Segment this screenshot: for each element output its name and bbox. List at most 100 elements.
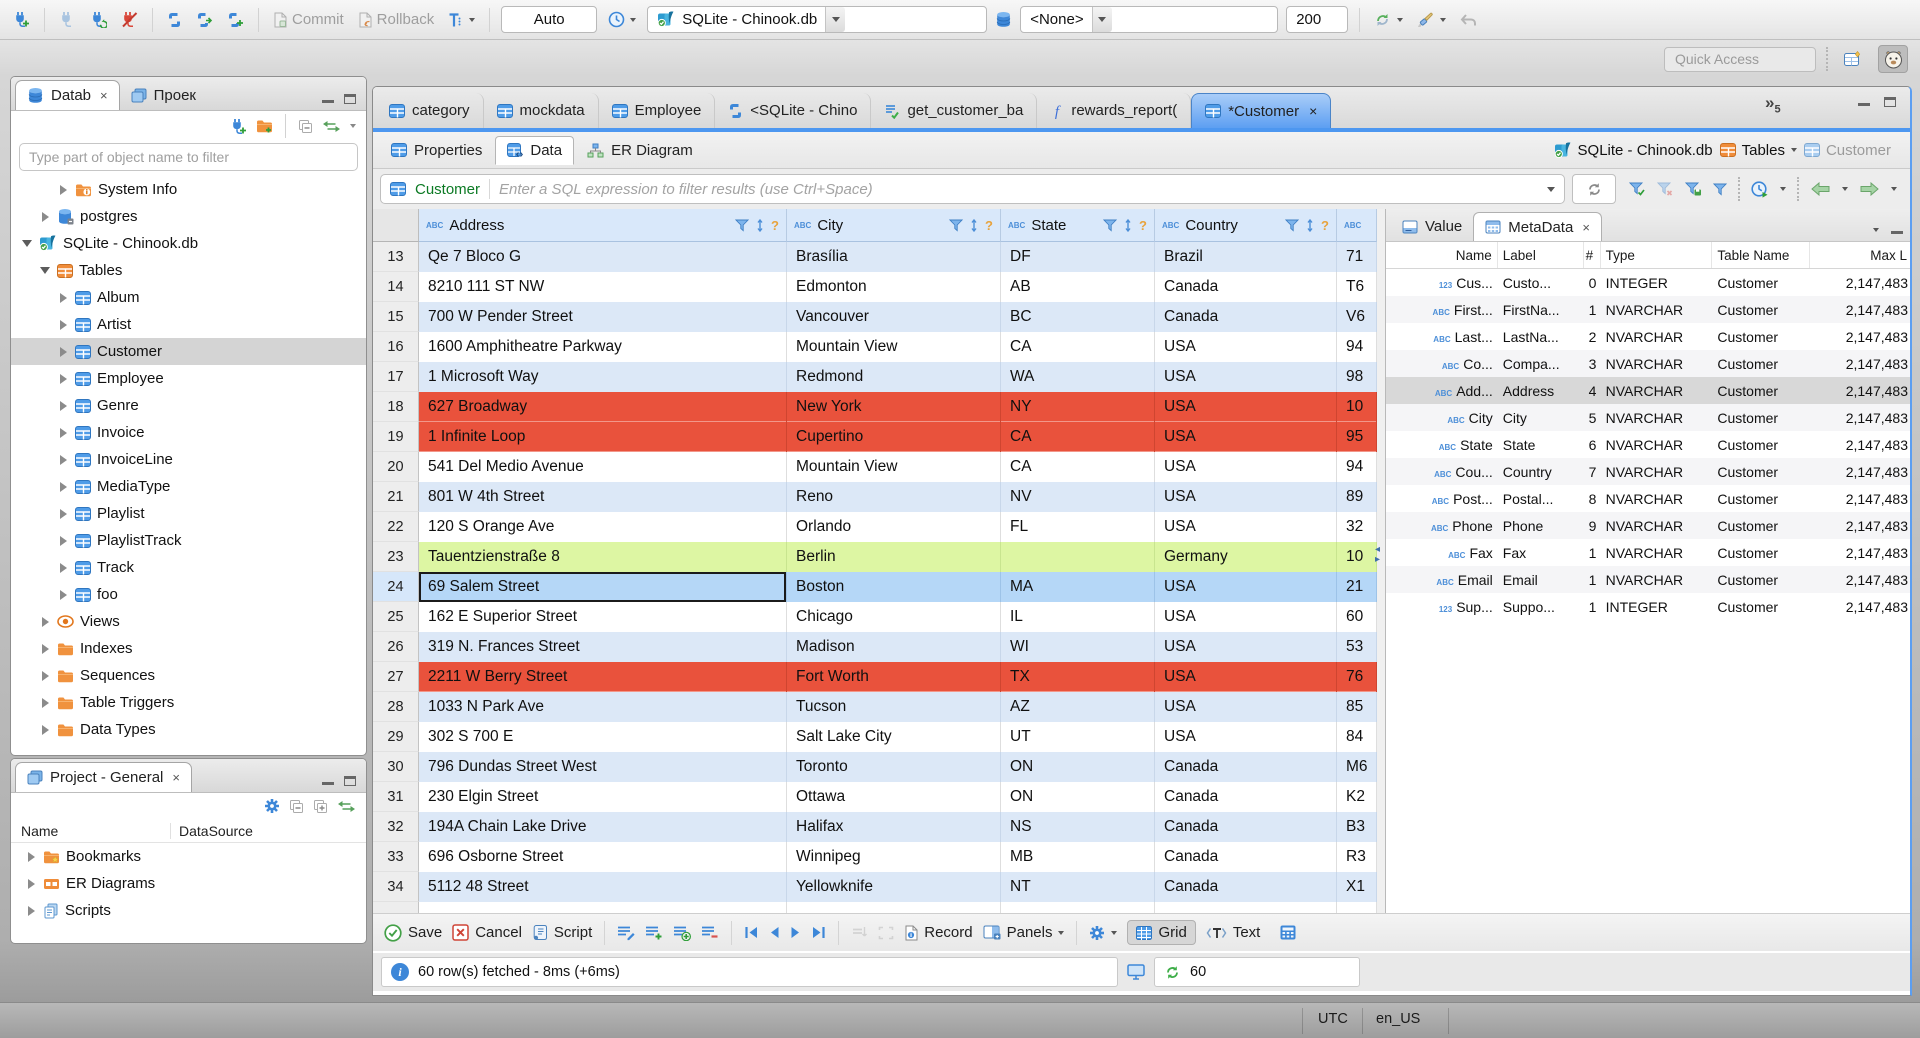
cell-city[interactable]: New York bbox=[787, 392, 1001, 422]
row-number-cell[interactable]: 19 bbox=[373, 422, 419, 452]
metadata-row[interactable]: ABC Post... Postal... 8 NVARCHAR Customer… bbox=[1386, 485, 1910, 512]
tree-item[interactable]: foo bbox=[11, 581, 366, 608]
cell-address[interactable]: 696 Osborne Street bbox=[419, 842, 787, 872]
tree-item[interactable]: Scripts bbox=[11, 897, 366, 924]
editor-tab[interactable]: *Customer × bbox=[1191, 93, 1332, 128]
cell-postalcode[interactable]: 60 bbox=[1337, 602, 1377, 632]
cell-city[interactable]: Chicago bbox=[787, 602, 1001, 632]
disconnect-button[interactable] bbox=[118, 6, 141, 34]
grid-mode-button[interactable]: Grid bbox=[1127, 920, 1196, 945]
tree-item[interactable]: Indexes bbox=[11, 635, 366, 662]
cell-city[interactable]: Toronto bbox=[787, 752, 1001, 782]
row-number-cell[interactable]: 24 bbox=[373, 572, 419, 602]
cell-postalcode[interactable]: 71 bbox=[1337, 242, 1377, 272]
metadata-row[interactable]: ABC First... FirstNa... 1 NVARCHAR Custom… bbox=[1386, 296, 1910, 323]
filter-expression-input[interactable]: Customer Enter a SQL expression to filte… bbox=[380, 174, 1565, 204]
cell-city[interactable]: Tucson bbox=[787, 692, 1001, 722]
save-filter-icon[interactable] bbox=[1685, 182, 1702, 196]
cell-country[interactable]: USA bbox=[1155, 722, 1337, 752]
save-button[interactable]: Save bbox=[384, 923, 442, 942]
cell-country[interactable]: USA bbox=[1155, 692, 1337, 722]
column-header-label[interactable]: Label bbox=[1498, 242, 1584, 268]
navigator-filter-input[interactable]: Type part of object name to filter bbox=[19, 143, 358, 171]
cell-postalcode[interactable]: 85 bbox=[1337, 692, 1377, 722]
cell-city[interactable]: Berlin bbox=[787, 542, 1001, 572]
cell-state[interactable]: WI bbox=[1001, 632, 1155, 662]
cell-postalcode[interactable]: B3 bbox=[1337, 812, 1377, 842]
tab-projects[interactable]: Проек bbox=[120, 80, 207, 110]
tree-item[interactable]: Sequences bbox=[11, 662, 366, 689]
cell-city[interactable]: Boston bbox=[787, 572, 1001, 602]
expand-all-button[interactable] bbox=[313, 799, 328, 814]
cell-state[interactable]: MA bbox=[1001, 572, 1155, 602]
cell-city[interactable]: Orlando bbox=[787, 512, 1001, 542]
cell-city[interactable]: Reno bbox=[787, 482, 1001, 512]
rollback-button[interactable]: Rollback bbox=[355, 6, 438, 34]
breadcrumb-item[interactable]: Tables bbox=[1719, 142, 1797, 159]
cell-country[interactable]: Canada bbox=[1155, 872, 1337, 902]
metadata-row[interactable]: ABC City City 5 NVARCHAR Customer 2,147,4… bbox=[1386, 404, 1910, 431]
column-header-state[interactable]: ABC State ? bbox=[1001, 209, 1155, 242]
tree-item[interactable]: Table Triggers bbox=[11, 689, 366, 716]
cell-city[interactable]: Edmonton bbox=[787, 272, 1001, 302]
metadata-row[interactable]: ABC Email Email 1 NVARCHAR Customer 2,147… bbox=[1386, 566, 1910, 593]
expander-arrow-icon[interactable] bbox=[39, 725, 51, 735]
cell-country[interactable]: USA bbox=[1155, 512, 1337, 542]
expander-arrow-icon[interactable] bbox=[57, 563, 69, 573]
apply-filter-icon[interactable] bbox=[1629, 182, 1646, 196]
row-number-cell[interactable]: 34 bbox=[373, 872, 419, 902]
cell-state[interactable]: ON bbox=[1001, 782, 1155, 812]
cell-address[interactable]: Tauentzienstraße 8 bbox=[419, 542, 787, 572]
cell-postalcode[interactable]: 89 bbox=[1337, 482, 1377, 512]
cell-postalcode[interactable]: 10 bbox=[1337, 392, 1377, 422]
record-mode-button[interactable]: Record bbox=[904, 924, 973, 941]
breadcrumb-item[interactable]: SQLite - Chinook.db bbox=[1554, 142, 1713, 159]
open-perspective-button[interactable] bbox=[1838, 45, 1868, 73]
column-header-maxlength[interactable]: Max L bbox=[1810, 242, 1910, 268]
cell-country[interactable]: USA bbox=[1155, 662, 1337, 692]
cell-state[interactable]: IL bbox=[1001, 602, 1155, 632]
cell-city[interactable]: Salt Lake City bbox=[787, 722, 1001, 752]
row-number-cell[interactable]: 25 bbox=[373, 602, 419, 632]
cell-city[interactable]: Yellowknife bbox=[787, 872, 1001, 902]
cell-country[interactable]: Germany bbox=[1155, 542, 1337, 572]
editor-tab[interactable]: Employee bbox=[599, 93, 716, 128]
cell-state[interactable]: FL bbox=[1001, 512, 1155, 542]
column-header-postalcode[interactable]: ABC bbox=[1337, 209, 1377, 242]
collapse-all-button[interactable] bbox=[298, 119, 313, 134]
sort-icon[interactable] bbox=[969, 218, 979, 232]
tree-item[interactable]: Artist bbox=[11, 311, 366, 338]
cell-country[interactable]: USA bbox=[1155, 632, 1337, 662]
link-with-editor-button[interactable] bbox=[337, 800, 356, 813]
tree-item[interactable]: Track bbox=[11, 554, 366, 581]
cell-state[interactable]: WA bbox=[1001, 362, 1155, 392]
row-number-cell[interactable]: 14 bbox=[373, 272, 419, 302]
new-sql-editor-button[interactable] bbox=[224, 6, 247, 34]
cell-state[interactable] bbox=[1001, 542, 1155, 572]
tab-overflow-button[interactable]: »5 bbox=[1765, 93, 1781, 123]
editor-tab[interactable]: f rewards_report( bbox=[1037, 93, 1192, 128]
expander-arrow-icon[interactable] bbox=[57, 185, 69, 195]
expander-arrow-icon[interactable] bbox=[57, 509, 69, 519]
expander-arrow-icon[interactable] bbox=[39, 617, 51, 627]
gear-icon[interactable] bbox=[264, 798, 280, 814]
column-header-city[interactable]: ABC City ? bbox=[787, 209, 1001, 242]
format-button[interactable] bbox=[1414, 6, 1449, 34]
cell-address[interactable]: 796 Dundas Street West bbox=[419, 752, 787, 782]
transaction-log-button[interactable] bbox=[445, 6, 478, 34]
row-number-cell[interactable]: 13 bbox=[373, 242, 419, 272]
tab-project-general[interactable]: Project - General × bbox=[15, 762, 192, 792]
sort-icon[interactable] bbox=[1305, 218, 1315, 232]
column-header-tablename[interactable]: Table Name bbox=[1712, 242, 1811, 268]
cell-postalcode[interactable]: M6 bbox=[1337, 752, 1377, 782]
cell-address[interactable]: 8210 111 ST NW bbox=[419, 272, 787, 302]
cell-postalcode[interactable]: 10 bbox=[1337, 542, 1377, 572]
tree-item[interactable]: InvoiceLine bbox=[11, 446, 366, 473]
database-combo[interactable]: <None> bbox=[1020, 6, 1279, 33]
subtab[interactable]: Data bbox=[495, 135, 575, 165]
minimize-view-button[interactable] bbox=[1858, 98, 1870, 106]
expander-arrow-icon[interactable] bbox=[39, 644, 51, 654]
cell-country[interactable]: USA bbox=[1155, 422, 1337, 452]
panels-button[interactable]: Panels bbox=[983, 924, 1065, 941]
filter-help-icon[interactable]: ? bbox=[1139, 218, 1147, 233]
